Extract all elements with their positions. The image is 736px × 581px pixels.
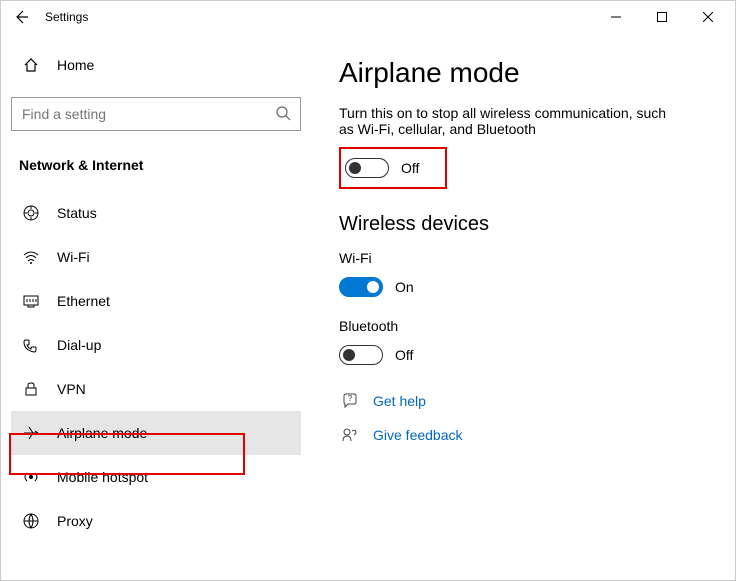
ethernet-icon: [19, 292, 43, 310]
sidebar-item-label: Status: [57, 205, 97, 221]
sidebar-item-vpn[interactable]: VPN: [11, 367, 301, 411]
wireless-devices-heading: Wireless devices: [339, 213, 707, 236]
search-input[interactable]: [11, 97, 301, 131]
titlebar: Settings: [1, 1, 735, 33]
sidebar-item-ethernet[interactable]: Ethernet: [11, 279, 301, 323]
bluetooth-state: Off: [395, 347, 413, 363]
minimize-icon: [611, 12, 621, 22]
close-button[interactable]: [685, 1, 731, 33]
vpn-icon: [19, 380, 43, 398]
back-button[interactable]: [5, 1, 37, 33]
window-title: Settings: [45, 10, 88, 24]
wifi-device-label: Wi-Fi: [339, 250, 707, 266]
sidebar-item-wifi[interactable]: Wi-Fi: [11, 235, 301, 279]
category-title: Network & Internet: [11, 149, 301, 191]
sidebar-item-status[interactable]: Status: [11, 191, 301, 235]
minimize-button[interactable]: [593, 1, 639, 33]
sidebar-item-label: VPN: [57, 381, 86, 397]
maximize-icon: [657, 12, 667, 22]
home-icon: [19, 57, 43, 73]
get-help-label: Get help: [373, 393, 426, 409]
sidebar-item-label: Airplane mode: [57, 425, 147, 441]
page-description: Turn this on to stop all wireless commun…: [339, 105, 679, 137]
give-feedback-label: Give feedback: [373, 427, 463, 443]
bluetooth-toggle[interactable]: [339, 345, 383, 365]
give-feedback-link[interactable]: Give feedback: [339, 422, 707, 448]
wifi-state: On: [395, 279, 414, 295]
proxy-icon: [19, 512, 43, 530]
search-box[interactable]: [11, 97, 301, 131]
sidebar: Home Network & Internet Status Wi-Fi Eth…: [1, 33, 311, 580]
page-title: Airplane mode: [339, 57, 707, 89]
sidebar-item-label: Ethernet: [57, 293, 110, 309]
dialup-icon: [19, 336, 43, 354]
feedback-icon: [339, 427, 361, 443]
sidebar-item-dialup[interactable]: Dial-up: [11, 323, 301, 367]
maximize-button[interactable]: [639, 1, 685, 33]
help-icon: ?: [339, 393, 361, 409]
search-icon: [275, 105, 291, 126]
get-help-link[interactable]: ? Get help: [339, 388, 707, 414]
svg-text:?: ?: [348, 394, 353, 403]
sidebar-item-label: Wi-Fi: [57, 249, 90, 265]
bluetooth-device-label: Bluetooth: [339, 318, 707, 334]
sidebar-item-label: Dial-up: [57, 337, 101, 353]
sidebar-item-label: Mobile hotspot: [57, 469, 148, 485]
sidebar-item-proxy[interactable]: Proxy: [11, 499, 301, 543]
sidebar-item-hotspot[interactable]: Mobile hotspot: [11, 455, 301, 499]
home-button[interactable]: Home: [11, 45, 301, 85]
wifi-icon: [19, 248, 43, 266]
airplane-mode-toggle[interactable]: [345, 158, 389, 178]
sidebar-item-airplane[interactable]: Airplane mode: [11, 411, 301, 455]
status-icon: [19, 204, 43, 222]
home-label: Home: [57, 57, 94, 73]
wifi-toggle[interactable]: [339, 277, 383, 297]
airplane-mode-state: Off: [401, 160, 419, 176]
arrow-left-icon: [13, 9, 29, 25]
sidebar-item-label: Proxy: [57, 513, 93, 529]
highlight-toggle: Off: [339, 147, 447, 189]
main-panel: Airplane mode Turn this on to stop all w…: [311, 33, 735, 580]
airplane-icon: [19, 424, 43, 442]
close-icon: [703, 12, 713, 22]
hotspot-icon: [19, 468, 43, 486]
